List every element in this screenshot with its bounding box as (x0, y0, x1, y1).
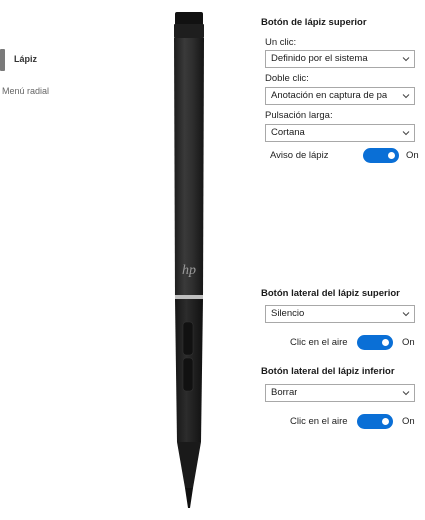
upper-air-click-row: Clic en el aire On (290, 335, 425, 351)
pen-notice-label: Aviso de lápiz (270, 150, 329, 161)
lower-air-click-state: On (402, 416, 415, 427)
lower-side-button-value: Borrar (271, 387, 298, 398)
lower-air-click-label: Clic en el aire (290, 416, 348, 427)
nav-item-label: Lápiz (14, 54, 38, 64)
upper-side-button-value: Silencio (271, 308, 305, 319)
chevron-down-icon (402, 57, 410, 62)
pen-upper-side-button (182, 321, 194, 356)
top-button-section-title: Botón de lápiz superior (261, 17, 367, 28)
pen-tip (185, 488, 193, 508)
lower-side-button-dropdown[interactable]: Borrar (265, 384, 415, 402)
single-click-value: Definido por el sistema (271, 53, 368, 64)
double-click-dropdown[interactable]: Anotación en captura de pa (265, 87, 415, 105)
nav-active-indicator (0, 49, 5, 71)
chevron-down-icon (402, 391, 410, 396)
single-click-dropdown[interactable]: Definido por el sistema (265, 50, 415, 68)
lower-air-click-row: Clic en el aire On (290, 414, 425, 430)
upper-air-click-label: Clic en el aire (290, 337, 348, 348)
nav-item-label: Menú radial (2, 86, 50, 96)
upper-air-click-toggle[interactable] (357, 335, 393, 350)
pen-notice-toggle[interactable] (363, 148, 399, 163)
pen-lower-side-button (182, 357, 194, 392)
sidebar-nav: Lápiz Menú radial (0, 0, 90, 520)
pen-top-button (175, 12, 203, 26)
pen-notice-state: On (406, 150, 419, 161)
long-press-label: Pulsación larga: (265, 110, 333, 121)
upper-side-button-dropdown[interactable]: Silencio (265, 305, 415, 323)
double-click-label: Doble clic: (265, 73, 309, 84)
pen-band (175, 295, 203, 299)
long-press-dropdown[interactable]: Cortana (265, 124, 415, 142)
pen-illustration: hp (165, 12, 213, 512)
upper-side-button-section-title: Botón lateral del lápiz superior (261, 288, 400, 299)
hp-logo: hp (182, 263, 196, 278)
pen-upper-body (174, 38, 204, 298)
chevron-down-icon (402, 312, 410, 317)
pen-taper (177, 442, 201, 488)
chevron-down-icon (402, 131, 410, 136)
lower-side-button-section-title: Botón lateral del lápiz inferior (261, 366, 395, 377)
nav-item-radial-menu[interactable]: Menú radial (2, 86, 49, 96)
pen-notice-row: Aviso de lápiz On (270, 148, 425, 164)
single-click-label: Un clic: (265, 37, 297, 48)
lower-air-click-toggle[interactable] (357, 414, 393, 429)
upper-air-click-state: On (402, 337, 415, 348)
chevron-down-icon (402, 94, 410, 99)
double-click-value: Anotación en captura de pa (271, 90, 388, 101)
long-press-value: Cortana (271, 127, 305, 138)
nav-item-pen[interactable]: Lápiz (0, 49, 70, 71)
